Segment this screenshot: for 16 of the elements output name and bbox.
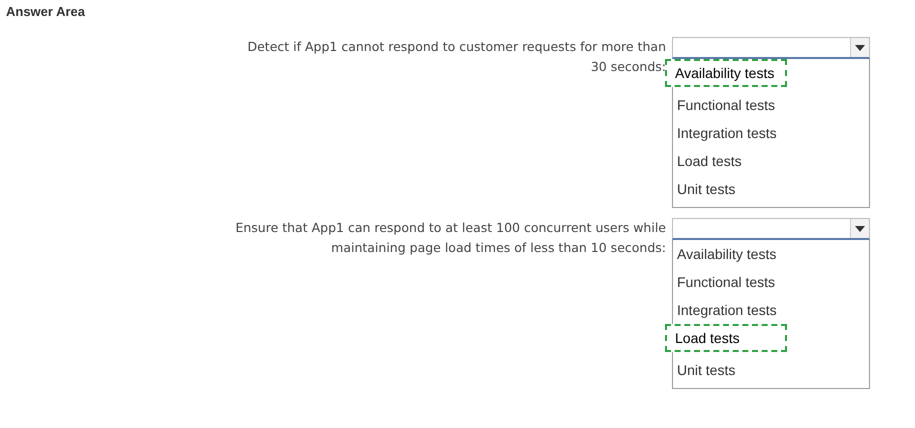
- question-text: 30 seconds:: [590, 58, 666, 76]
- question-text: maintaining page load times of less than 10 seconds:: [330, 239, 666, 257]
- selected-answer-option[interactable]: Availability tests: [665, 59, 787, 87]
- selected-answer-option[interactable]: Load tests: [665, 324, 787, 352]
- dropdown-option[interactable]: Unit tests: [673, 175, 869, 203]
- dropdown[interactable]: [672, 218, 870, 240]
- question-text: Ensure that App1 can respond to at least 100 concurrent users while: [234, 219, 666, 237]
- dropdown-option[interactable]: Availability tests: [673, 240, 869, 268]
- dropdown-option[interactable]: Integration tests: [673, 296, 869, 324]
- dropdown-option[interactable]: Integration tests: [673, 119, 869, 147]
- question-text: Detect if App1 cannot respond to customer requests for more than: [246, 38, 666, 56]
- dropdown-option[interactable]: Load tests: [673, 147, 869, 175]
- dropdown-option[interactable]: Functional tests: [673, 91, 869, 119]
- dropdown-option[interactable]: Functional tests: [673, 268, 869, 296]
- dropdown-option[interactable]: Unit tests: [673, 356, 869, 384]
- answer-area-heading: Answer Area: [6, 4, 86, 19]
